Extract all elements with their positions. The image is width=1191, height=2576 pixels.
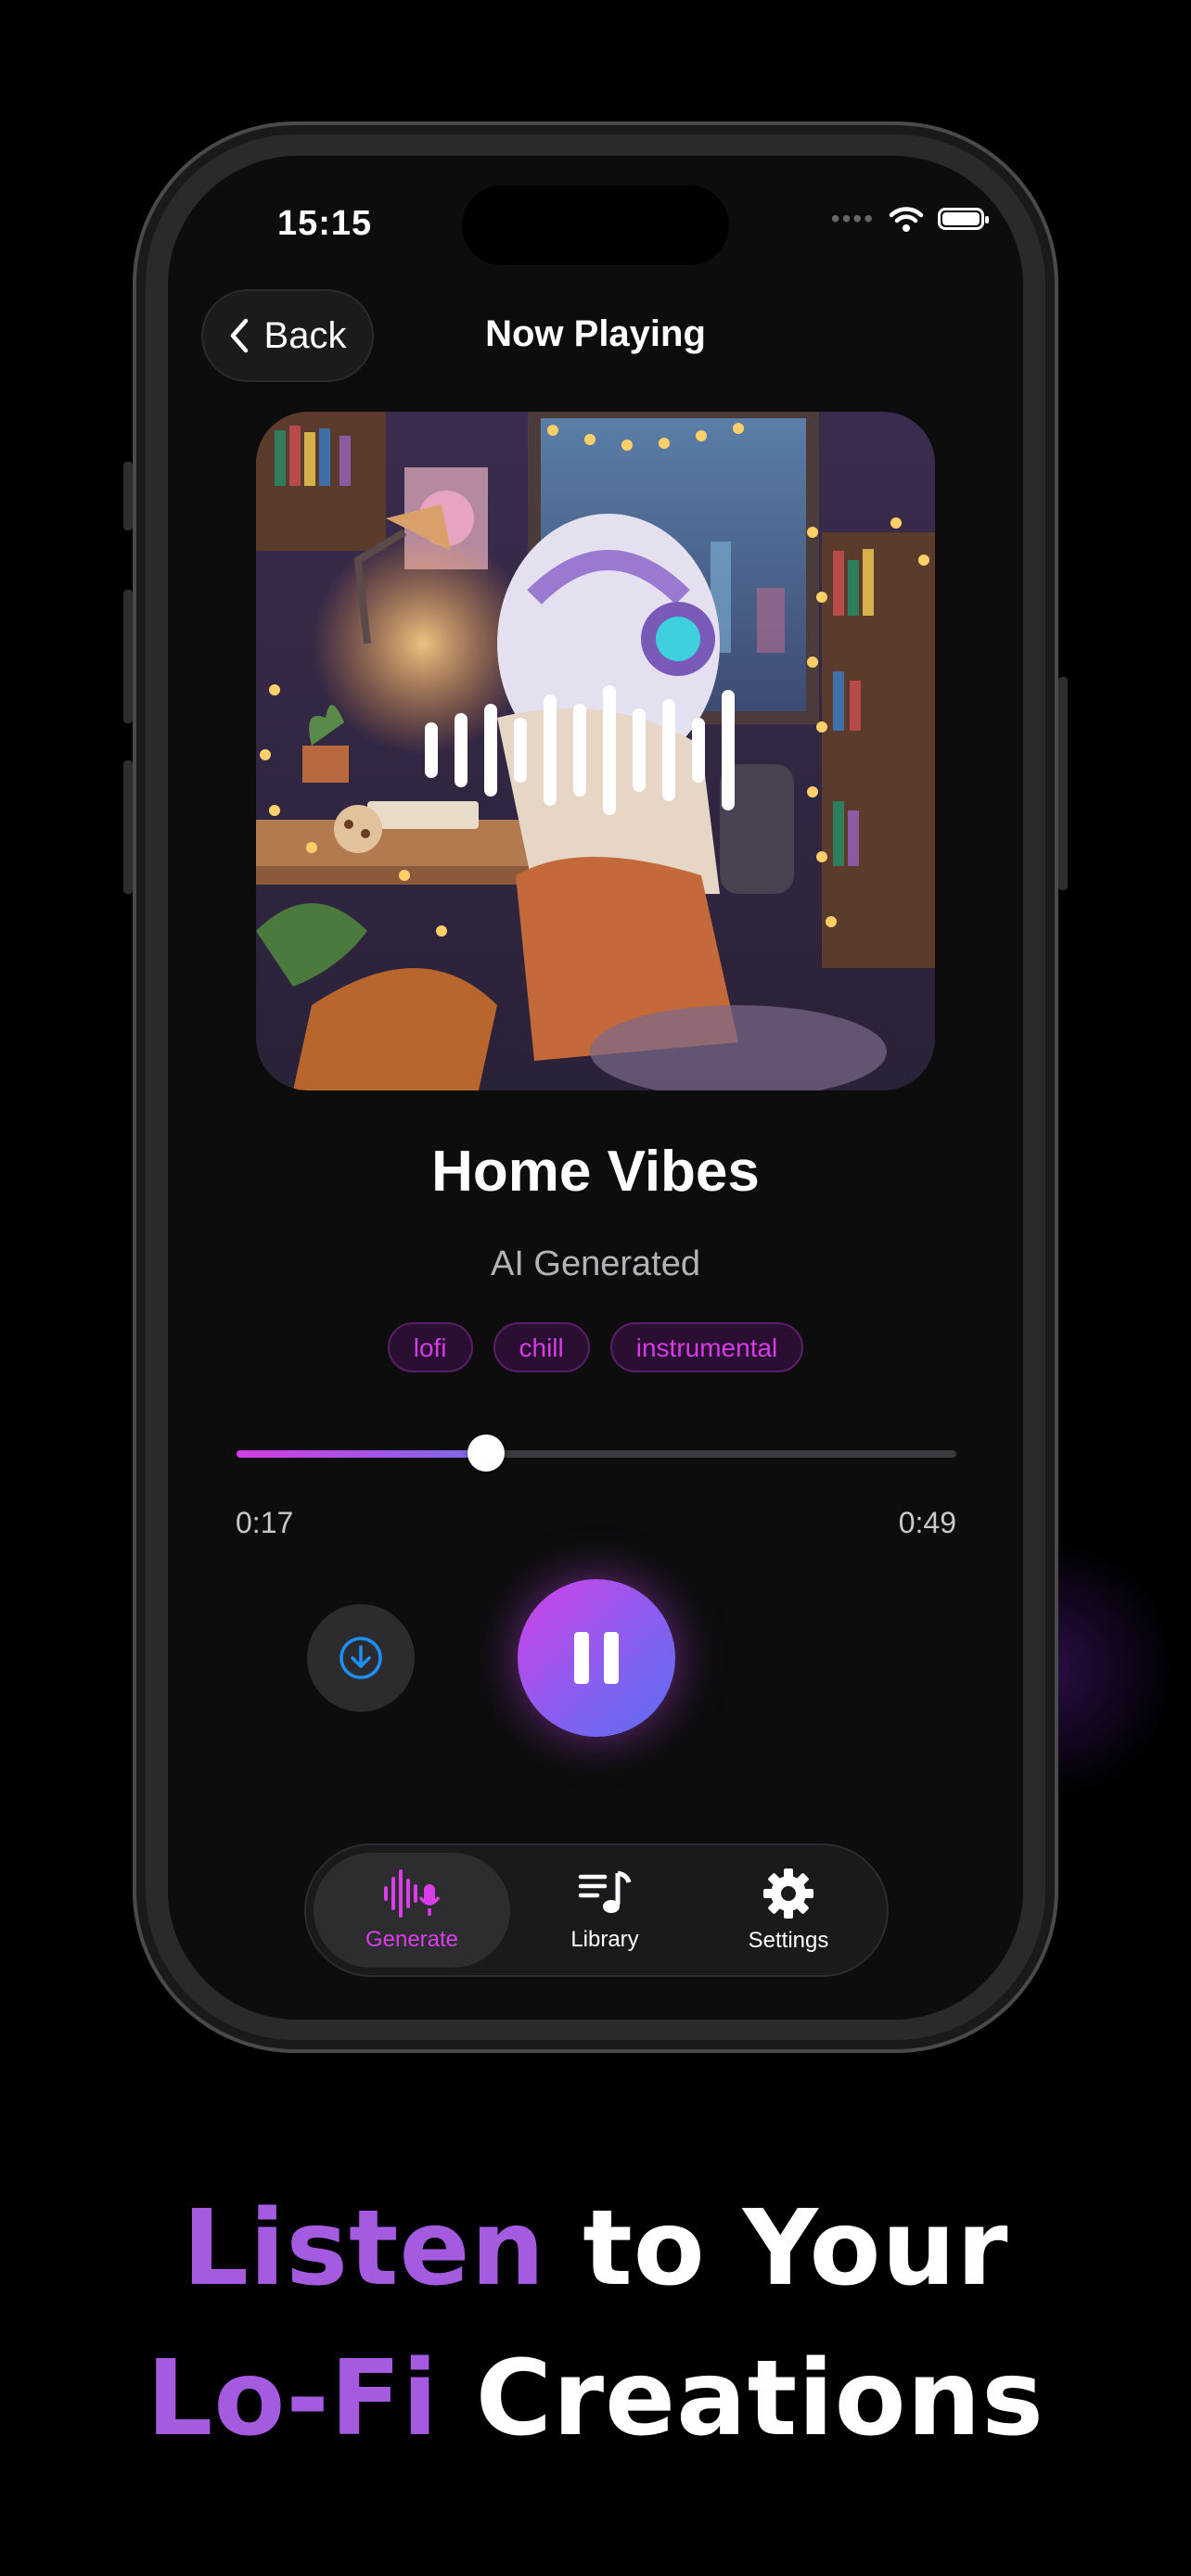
waveform-overlay xyxy=(425,685,735,815)
gear-icon xyxy=(763,1868,813,1919)
pause-icon xyxy=(574,1632,619,1684)
music-list-icon xyxy=(578,1870,632,1913)
tab-bar: Generate Library Settings xyxy=(304,1843,889,1977)
headline-line-1: Listen to Your xyxy=(0,2188,1191,2309)
progress-knob[interactable] xyxy=(467,1435,506,1472)
status-time: 15:15 xyxy=(277,204,373,243)
headline-rest-1: to Your xyxy=(545,2188,1009,2309)
tag-lofi[interactable]: lofi xyxy=(387,1322,473,1372)
wifi-icon xyxy=(889,207,924,232)
track-title: Home Vibes xyxy=(431,1140,760,1204)
progress-slider[interactable] xyxy=(237,1435,956,1472)
phone-side-button xyxy=(123,462,133,530)
waveform-mic-icon xyxy=(384,1869,441,1918)
headline-line-2: Lo-Fi Creations xyxy=(0,2339,1191,2459)
battery-icon xyxy=(938,208,989,230)
signal-icon: •••• xyxy=(830,204,875,233)
tag-instrumental[interactable]: instrumental xyxy=(609,1322,804,1372)
tag-chill[interactable]: chill xyxy=(493,1322,590,1372)
progress-fill xyxy=(237,1450,487,1458)
download-circle-icon xyxy=(339,1637,382,1679)
tag-list: lofi chill instrumental xyxy=(168,1322,1023,1372)
tab-label-library: Library xyxy=(570,1927,639,1952)
tab-label-settings: Settings xyxy=(748,1928,829,1953)
dynamic-island xyxy=(462,185,729,265)
current-time: 0:17 xyxy=(236,1506,294,1539)
download-button[interactable] xyxy=(307,1604,415,1712)
pause-button[interactable] xyxy=(518,1579,675,1737)
album-artwork xyxy=(256,412,935,1090)
tab-settings[interactable]: Settings xyxy=(705,1853,872,1968)
phone-side-button xyxy=(1058,677,1068,890)
track-subtitle: AI Generated xyxy=(490,1244,701,1283)
total-time: 0:49 xyxy=(898,1506,956,1539)
phone-side-button xyxy=(123,760,133,894)
tab-library[interactable]: Library xyxy=(531,1853,679,1968)
headline-rest-2: Creations xyxy=(438,2339,1044,2459)
page-title: Now Playing xyxy=(485,313,706,354)
phone-side-button xyxy=(123,590,133,723)
headline-accent-2: Lo-Fi xyxy=(147,2339,439,2459)
status-icons: •••• xyxy=(830,204,989,234)
tab-generate[interactable]: Generate xyxy=(314,1853,510,1968)
phone-screen: 15:15 •••• Back Now Playing Home Vibes A… xyxy=(168,156,1023,2020)
headline-accent-1: Listen xyxy=(182,2188,546,2309)
tab-label-generate: Generate xyxy=(365,1927,459,1952)
